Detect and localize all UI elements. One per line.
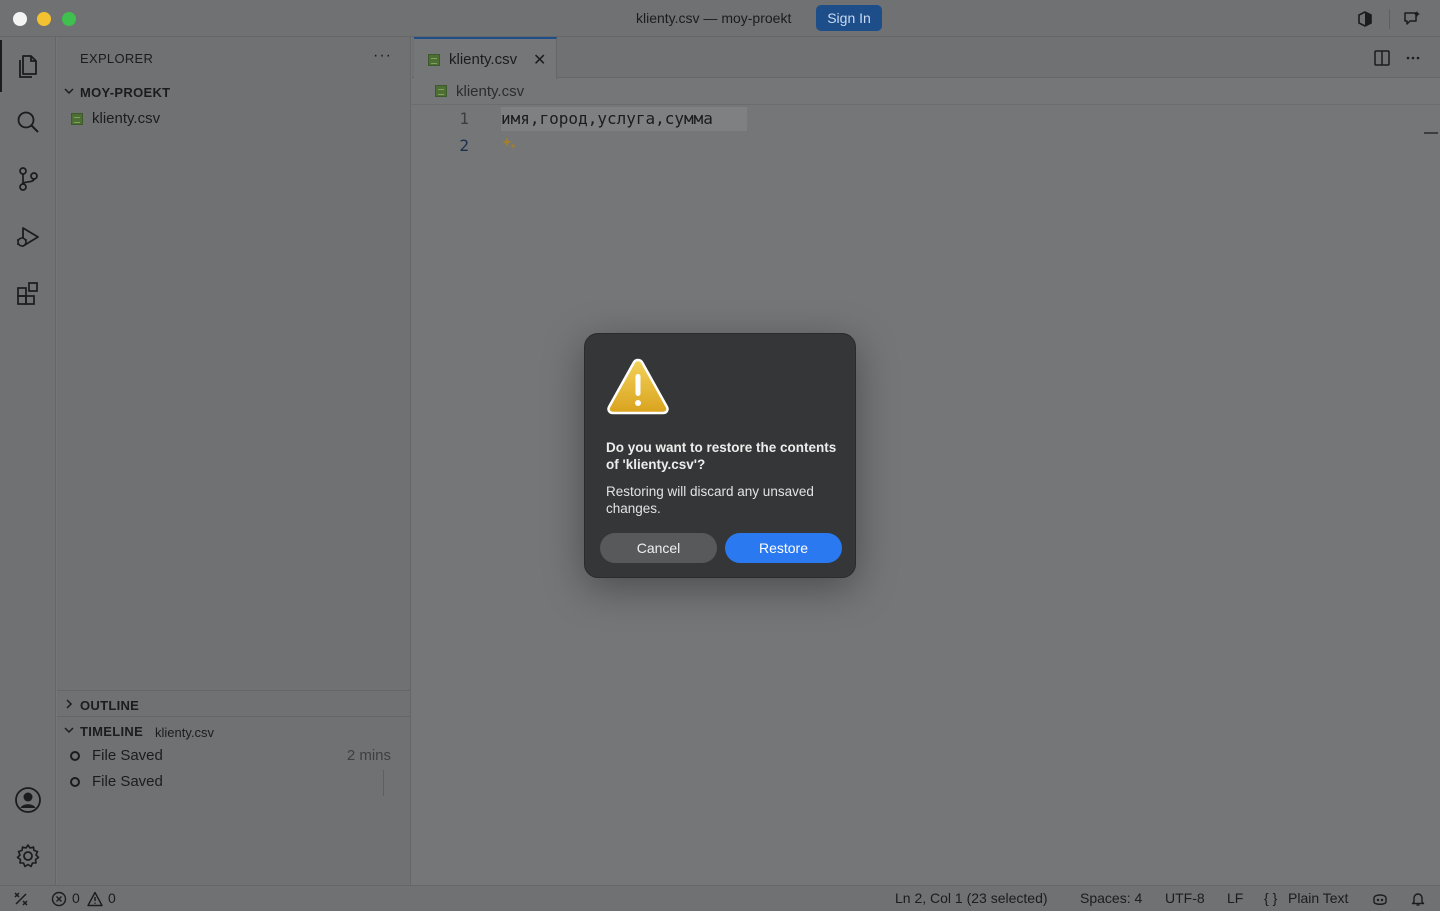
feedback-chat-icon[interactable] bbox=[1402, 9, 1422, 29]
chevron-down-icon bbox=[64, 88, 74, 95]
chevron-right-icon bbox=[66, 699, 73, 709]
code-line[interactable]: 1 имя,город,услуга,сумма bbox=[412, 106, 1412, 133]
dialog-title: Do you want to restore the contents of '… bbox=[606, 440, 837, 472]
restore-confirmation-dialog: Do you want to restore the contents of '… bbox=[584, 333, 856, 578]
timeline-section-header[interactable]: TIMELINE klienty.csv bbox=[57, 720, 411, 742]
section-divider bbox=[57, 716, 411, 717]
timeline-label: TIMELINE bbox=[80, 724, 144, 739]
csv-file-icon bbox=[428, 54, 440, 66]
status-bar: 0 0 Ln 2, Col 1 (23 selected) Spaces: 4 … bbox=[0, 885, 1440, 911]
maximize-window-button[interactable] bbox=[62, 12, 76, 26]
tab-label: klienty.csv bbox=[449, 51, 518, 68]
remote-window-icon[interactable] bbox=[13, 891, 29, 907]
account-icon[interactable] bbox=[14, 786, 42, 814]
search-icon[interactable] bbox=[14, 108, 42, 136]
breadcrumb-file[interactable]: klienty.csv bbox=[456, 83, 524, 100]
file-encoding[interactable]: UTF-8 bbox=[1165, 890, 1205, 906]
explorer-sidebar: EXPLORER ··· MOY-PROEKT klienty.csv OUTL… bbox=[57, 37, 411, 885]
vscode-window: klienty.csv — moy-proekt Sign In EXPLORE… bbox=[0, 0, 1440, 911]
error-count[interactable]: 0 bbox=[72, 890, 80, 906]
minimap-line-marker bbox=[1424, 132, 1438, 134]
file-item-klienty-csv[interactable]: klienty.csv bbox=[57, 107, 411, 131]
title-bar-separator bbox=[1389, 9, 1390, 29]
editor-tab-bar: klienty.csv ✕ bbox=[412, 37, 1440, 79]
timeline-circle-icon bbox=[70, 777, 80, 787]
chevron-down-icon bbox=[64, 727, 74, 734]
timeline-scroll-rail bbox=[383, 770, 384, 796]
warning-icon bbox=[607, 358, 669, 415]
end-of-line[interactable]: LF bbox=[1227, 890, 1243, 906]
section-divider bbox=[57, 690, 411, 691]
breadcrumb: klienty.csv bbox=[412, 79, 1440, 105]
line-text: имя,город,услуга,сумма bbox=[501, 109, 713, 128]
error-icon[interactable] bbox=[51, 891, 67, 907]
timeline-entry-label: File Saved bbox=[92, 747, 163, 764]
dialog-message: Restoring will discard any unsaved chang… bbox=[606, 484, 814, 516]
window-title: klienty.csv — moy-proekt bbox=[636, 10, 792, 26]
cancel-button[interactable]: Cancel bbox=[600, 533, 717, 563]
timeline-entry[interactable]: File Saved 2 mins bbox=[57, 744, 411, 768]
copilot-status-icon[interactable] bbox=[1372, 891, 1388, 907]
explorer-icon[interactable] bbox=[14, 51, 42, 79]
copilot-icon[interactable] bbox=[1355, 9, 1375, 29]
timeline-circle-icon bbox=[70, 751, 80, 761]
notifications-bell-icon[interactable] bbox=[1410, 891, 1426, 907]
sidebar-more-actions-icon[interactable]: ··· bbox=[373, 47, 392, 65]
code-line[interactable]: 2 bbox=[412, 133, 1412, 160]
tab-klienty-csv[interactable]: klienty.csv ✕ bbox=[414, 37, 557, 79]
project-folder-name: MOY-PROEKT bbox=[80, 85, 171, 100]
warning-icon[interactable] bbox=[87, 891, 103, 907]
csv-file-icon bbox=[71, 113, 83, 125]
csv-file-icon bbox=[435, 85, 447, 97]
active-indicator bbox=[0, 40, 2, 92]
timeline-file-name: klienty.csv bbox=[155, 725, 214, 740]
close-window-button[interactable] bbox=[13, 12, 27, 26]
indentation-setting[interactable]: Spaces: 4 bbox=[1080, 890, 1142, 906]
title-bar: klienty.csv — moy-proekt Sign In bbox=[0, 0, 1440, 37]
settings-gear-icon[interactable] bbox=[14, 842, 42, 870]
outline-label: OUTLINE bbox=[80, 698, 140, 713]
sign-in-button[interactable]: Sign In bbox=[816, 5, 882, 31]
line-number: 1 bbox=[459, 109, 469, 128]
source-control-icon[interactable] bbox=[14, 165, 42, 193]
extensions-icon[interactable] bbox=[14, 279, 42, 307]
activity-bar bbox=[0, 37, 56, 885]
line-number: 2 bbox=[459, 136, 469, 155]
timeline-entry[interactable]: File Saved bbox=[57, 770, 411, 794]
warning-count[interactable]: 0 bbox=[108, 890, 116, 906]
project-folder-header[interactable]: MOY-PROEKT bbox=[57, 81, 411, 103]
file-name: klienty.csv bbox=[92, 110, 161, 127]
split-editor-icon[interactable] bbox=[1373, 49, 1391, 67]
language-braces-icon[interactable]: { } bbox=[1264, 890, 1277, 906]
sparkle-icon[interactable] bbox=[502, 135, 518, 151]
close-tab-icon[interactable]: ✕ bbox=[533, 50, 546, 70]
editor-area: klienty.csv ✕ klienty.csv 1 имя,город,ус… bbox=[412, 37, 1440, 885]
run-debug-icon[interactable] bbox=[14, 223, 42, 251]
more-actions-icon[interactable] bbox=[1404, 49, 1422, 67]
restore-button[interactable]: Restore bbox=[725, 533, 842, 563]
timeline-entry-time: 2 mins bbox=[346, 747, 391, 764]
cursor-position[interactable]: Ln 2, Col 1 (23 selected) bbox=[895, 890, 1048, 906]
timeline-entry-label: File Saved bbox=[92, 773, 163, 790]
minimize-window-button[interactable] bbox=[37, 12, 51, 26]
outline-section-header[interactable]: OUTLINE bbox=[57, 694, 411, 716]
sidebar-title: EXPLORER bbox=[80, 51, 154, 66]
language-mode[interactable]: Plain Text bbox=[1288, 890, 1348, 906]
